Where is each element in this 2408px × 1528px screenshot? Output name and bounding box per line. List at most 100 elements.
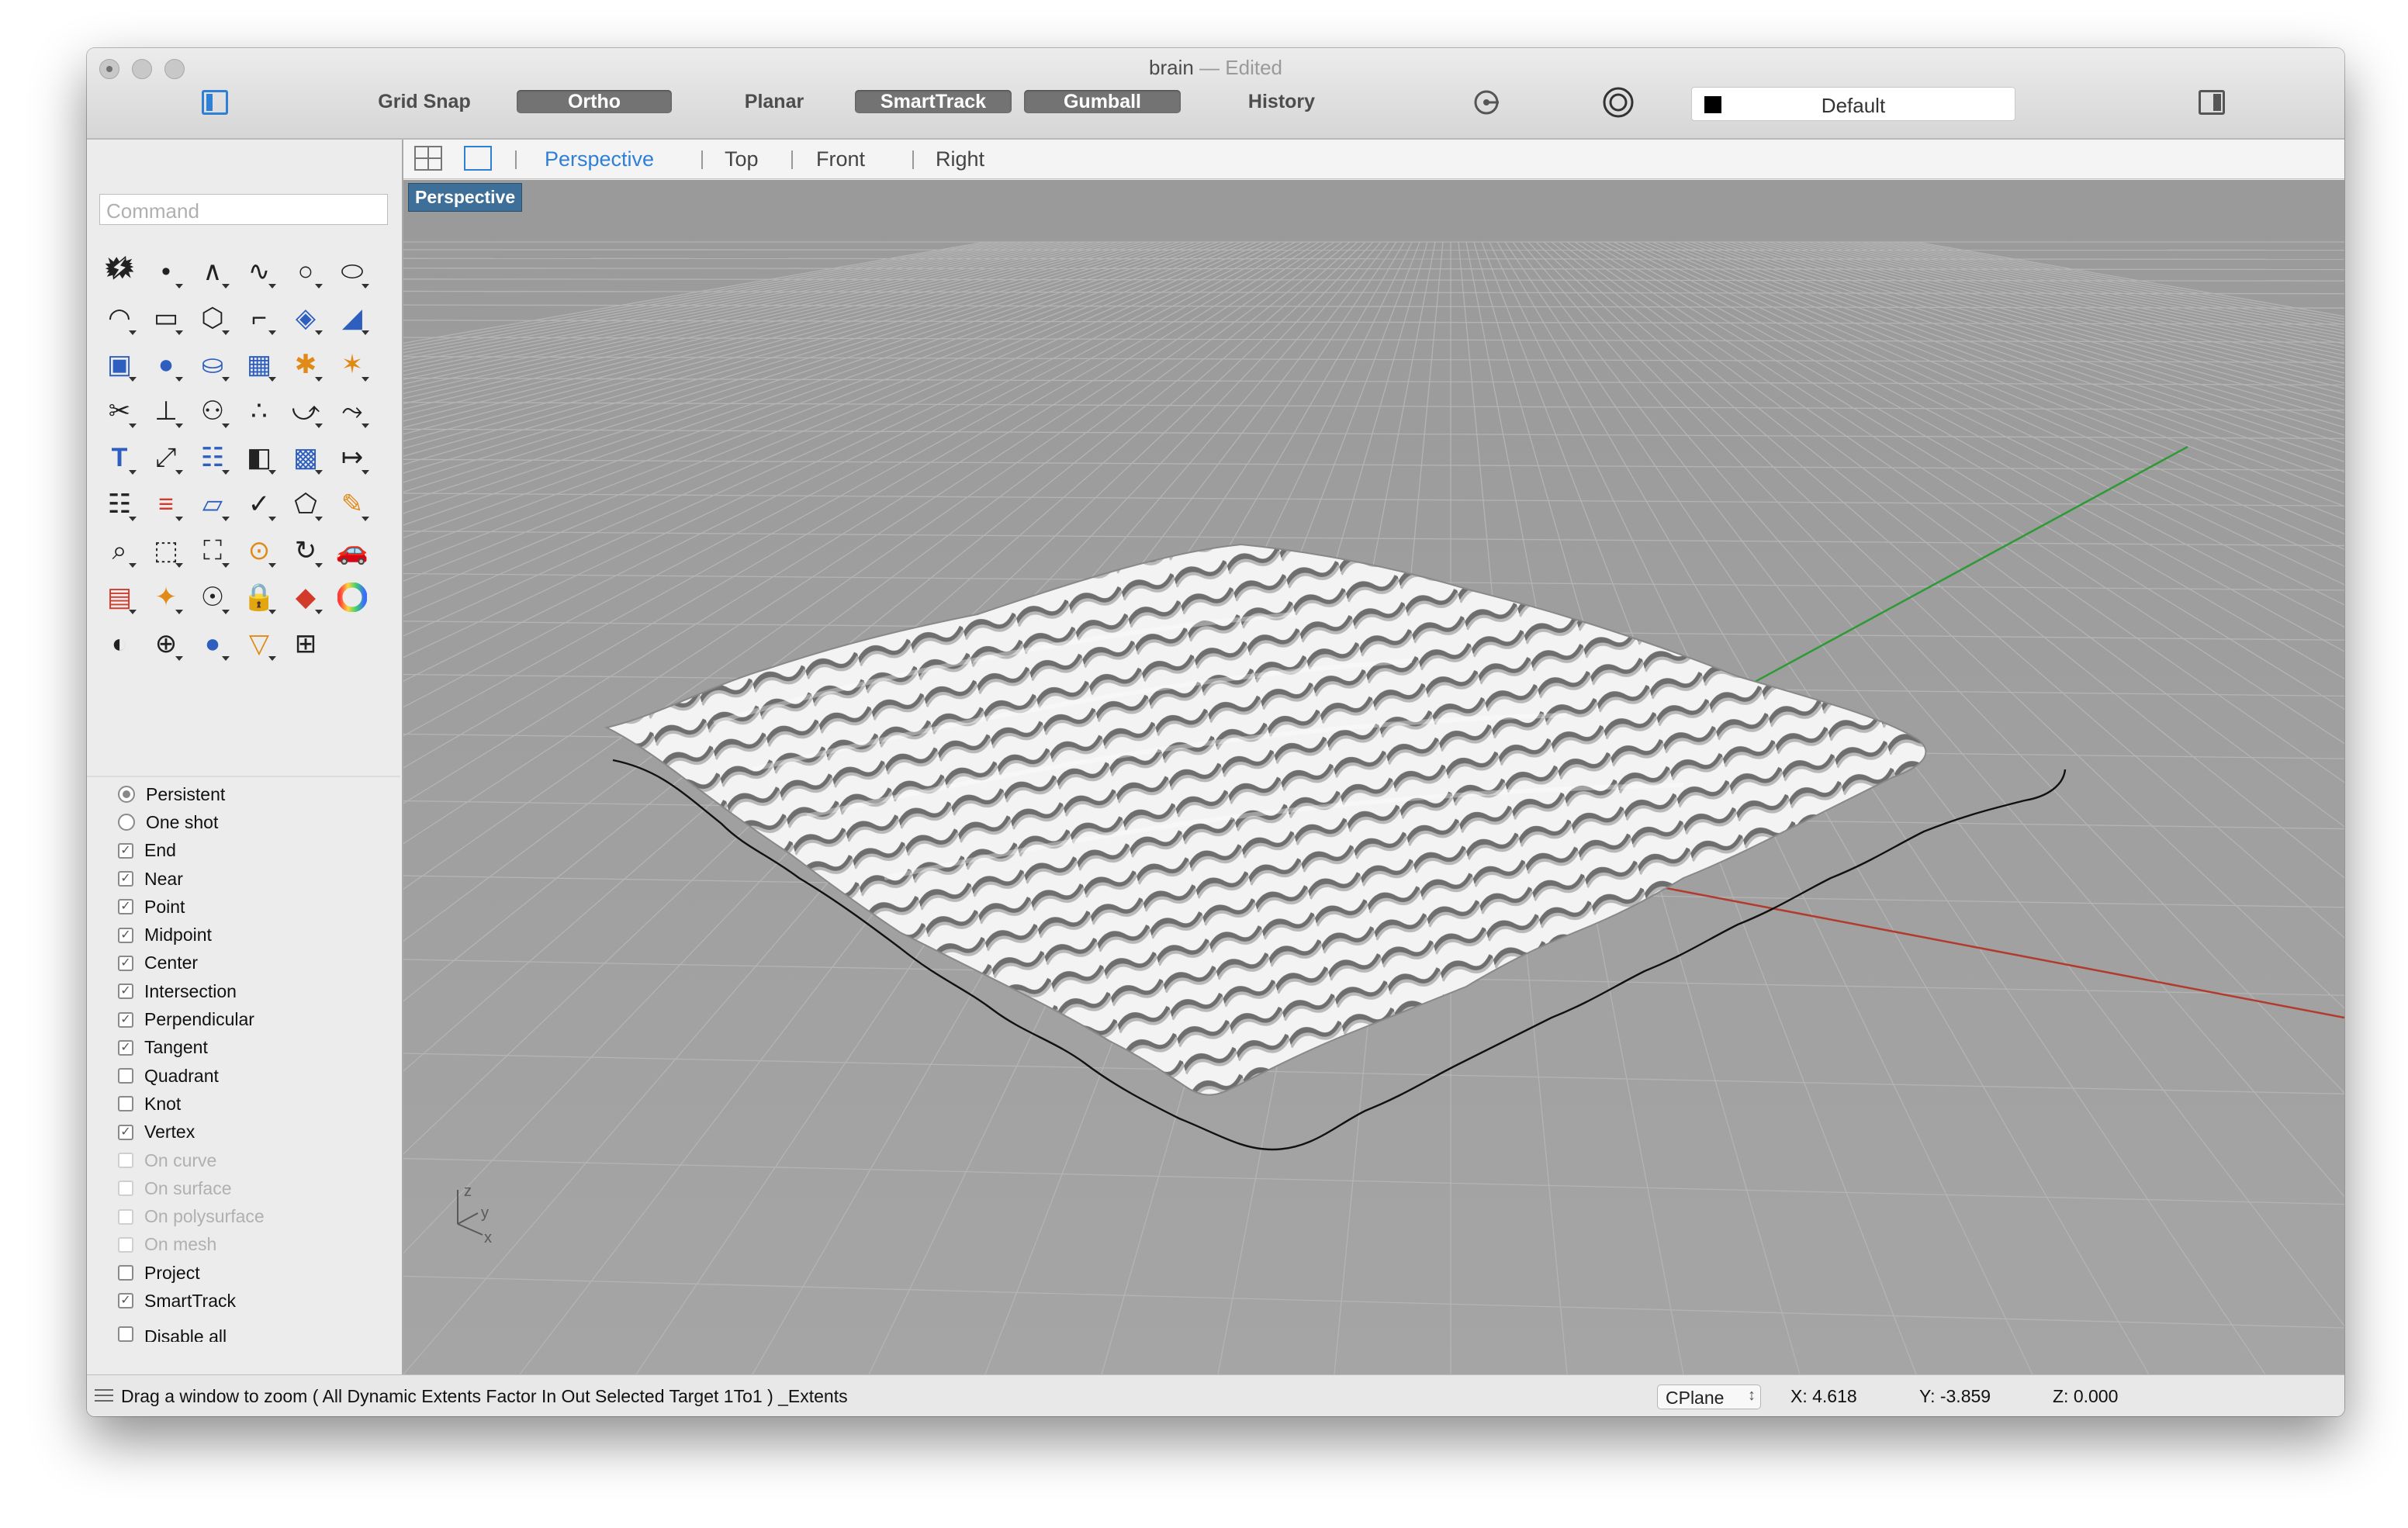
- surface-from-points-icon[interactable]: ◈: [282, 295, 329, 341]
- zoom-icon[interactable]: ⌕: [96, 527, 143, 574]
- rectangle-icon[interactable]: ▭: [143, 295, 189, 341]
- tab-perspective[interactable]: Perspective: [545, 147, 654, 171]
- render-sphere-icon[interactable]: ●: [189, 621, 236, 667]
- gumball-button[interactable]: Gumball: [1024, 90, 1181, 113]
- align-icon[interactable]: ≡: [143, 481, 189, 527]
- snap-near-checkbox[interactable]: ✓ Near: [118, 865, 265, 893]
- arc-icon[interactable]: ◠: [96, 295, 143, 341]
- snap-icon[interactable]: ✦: [143, 574, 189, 621]
- axis-z-label: z: [464, 1183, 472, 1200]
- mesh-plane-icon[interactable]: ▦: [236, 341, 282, 388]
- radio-selected-icon: [118, 786, 135, 804]
- document-name: brain: [1148, 56, 1194, 79]
- one-shot-radio[interactable]: One shot: [118, 808, 265, 836]
- smarttrack-button[interactable]: SmartTrack: [855, 90, 1012, 113]
- grid-sphere-icon[interactable]: ⊕: [143, 621, 189, 667]
- boolean-union-icon[interactable]: ⚇: [189, 388, 236, 434]
- array-icon[interactable]: ☷: [189, 434, 236, 481]
- rotate-view-icon[interactable]: ↻: [282, 527, 329, 574]
- snap-smarttrack-checkbox[interactable]: ✓ SmartTrack: [118, 1287, 265, 1315]
- persistent-radio[interactable]: Persistent: [118, 780, 265, 808]
- history-button[interactable]: History: [1227, 90, 1336, 113]
- car-icon[interactable]: 🚗: [329, 527, 375, 574]
- blend-icon[interactable]: ⤳: [329, 388, 375, 434]
- select-arrow-icon[interactable]: 🗱: [96, 248, 143, 295]
- viewport-title[interactable]: Perspective: [408, 183, 523, 212]
- status-bar: Drag a window to zoom ( All Dynamic Exte…: [87, 1374, 2344, 1416]
- tab-right[interactable]: Right: [936, 147, 984, 171]
- inspector-toggle-icon[interactable]: [2199, 90, 2225, 115]
- grid-snap-button[interactable]: Grid Snap: [366, 90, 483, 113]
- named-cplane-icon[interactable]: ▤: [96, 574, 143, 621]
- snap-intersection-checkbox[interactable]: ✓ Intersection: [118, 977, 265, 1005]
- mirror-icon[interactable]: ◧: [236, 434, 282, 481]
- zoom-extents-icon[interactable]: ⛶: [189, 527, 236, 574]
- checkbox-icon: [118, 1096, 133, 1112]
- extend-icon[interactable]: ⊥: [143, 388, 189, 434]
- explode-icon[interactable]: ✱: [282, 341, 329, 388]
- command-history-icon[interactable]: [95, 1389, 113, 1405]
- sphere-view-icon[interactable]: ◐: [96, 621, 143, 667]
- tab-top[interactable]: Top: [725, 147, 759, 171]
- four-view-layout-icon[interactable]: [414, 146, 442, 171]
- sidebar-toggle-icon[interactable]: [202, 90, 228, 115]
- layer-selector[interactable]: Default: [1691, 87, 2015, 121]
- text-icon[interactable]: T: [96, 434, 143, 481]
- ellipse-icon[interactable]: ⬭: [329, 248, 375, 295]
- properties-icon[interactable]: ✎: [329, 481, 375, 527]
- fillet-curve-icon[interactable]: ⌐: [236, 295, 282, 341]
- checkbox-checked-icon: ✓: [118, 955, 133, 971]
- zoom-selected-icon[interactable]: ⊙: [236, 527, 282, 574]
- planar-button[interactable]: Planar: [720, 90, 829, 113]
- snap-quadrant-checkbox[interactable]: Quadrant: [118, 1062, 265, 1090]
- polygon-icon[interactable]: ⬡: [189, 295, 236, 341]
- solid-tools-icon[interactable]: ▩: [282, 434, 329, 481]
- color-wheel-icon[interactable]: [329, 574, 375, 621]
- boolean-split-icon[interactable]: ∴: [236, 388, 282, 434]
- render-icon[interactable]: ◆: [282, 574, 329, 621]
- window-title: brain — Edited: [1148, 56, 1283, 79]
- snap-point-checkbox[interactable]: ✓ Point: [118, 893, 265, 921]
- snap-center-checkbox[interactable]: ✓ Center: [118, 949, 265, 977]
- layout-icon[interactable]: ⊞: [282, 621, 329, 667]
- command-input[interactable]: Command: [99, 194, 388, 225]
- circle-icon[interactable]: ○: [282, 248, 329, 295]
- light-icon[interactable]: ☉: [189, 574, 236, 621]
- snap-end-checkbox[interactable]: ✓ End: [118, 837, 265, 865]
- osnap-target-icon[interactable]: [1601, 85, 1635, 119]
- snap-tangent-checkbox[interactable]: ✓ Tangent: [118, 1034, 265, 1062]
- record-history-icon[interactable]: [1471, 88, 1502, 116]
- snap-vertex-checkbox[interactable]: ✓ Vertex: [118, 1118, 265, 1146]
- trim-icon[interactable]: ✂: [96, 388, 143, 434]
- scale-icon[interactable]: ⤢: [143, 434, 189, 481]
- lock-icon[interactable]: 🔒: [236, 574, 282, 621]
- check-icon[interactable]: ✓: [236, 481, 282, 527]
- command-prompt: Drag a window to zoom ( All Dynamic Exte…: [121, 1386, 848, 1406]
- grid-array-icon[interactable]: ☷: [96, 481, 143, 527]
- analyze-icon[interactable]: ⬠: [282, 481, 329, 527]
- cplane-select[interactable]: CPlane: [1657, 1385, 1761, 1409]
- snap-disable-all-checkbox[interactable]: Disable all: [118, 1326, 265, 1342]
- curve-icon[interactable]: ∿: [236, 248, 282, 295]
- split-icon[interactable]: ✶: [329, 341, 375, 388]
- camera-icon[interactable]: ▽: [236, 621, 282, 667]
- snap-knot-checkbox[interactable]: Knot: [118, 1090, 265, 1118]
- tab-front[interactable]: Front: [816, 147, 865, 171]
- sphere-boolean-icon[interactable]: ●: [143, 341, 189, 388]
- fillet-icon[interactable]: ⤻: [282, 388, 329, 434]
- unroll-icon[interactable]: ▱: [189, 481, 236, 527]
- dimension-icon[interactable]: ↦: [329, 434, 375, 481]
- snap-midpoint-checkbox[interactable]: ✓ Midpoint: [118, 921, 265, 949]
- box-icon[interactable]: ▣: [96, 341, 143, 388]
- point-icon[interactable]: •: [143, 248, 189, 295]
- snap-perpendicular-checkbox[interactable]: ✓ Perpendicular: [118, 1005, 265, 1033]
- cylinder-icon[interactable]: ⛀: [189, 341, 236, 388]
- ortho-button[interactable]: Ortho: [517, 90, 672, 113]
- zoom-window-icon[interactable]: ⬚: [143, 527, 189, 574]
- single-view-layout-icon[interactable]: [464, 146, 492, 171]
- polyline-icon[interactable]: ∧: [189, 248, 236, 295]
- sweep-surface-icon[interactable]: ◢: [329, 295, 375, 341]
- checkbox-icon: [118, 1181, 133, 1197]
- snap-project-checkbox[interactable]: Project: [118, 1259, 265, 1287]
- perspective-viewport[interactable]: z y x Perspective: [403, 180, 2344, 1374]
